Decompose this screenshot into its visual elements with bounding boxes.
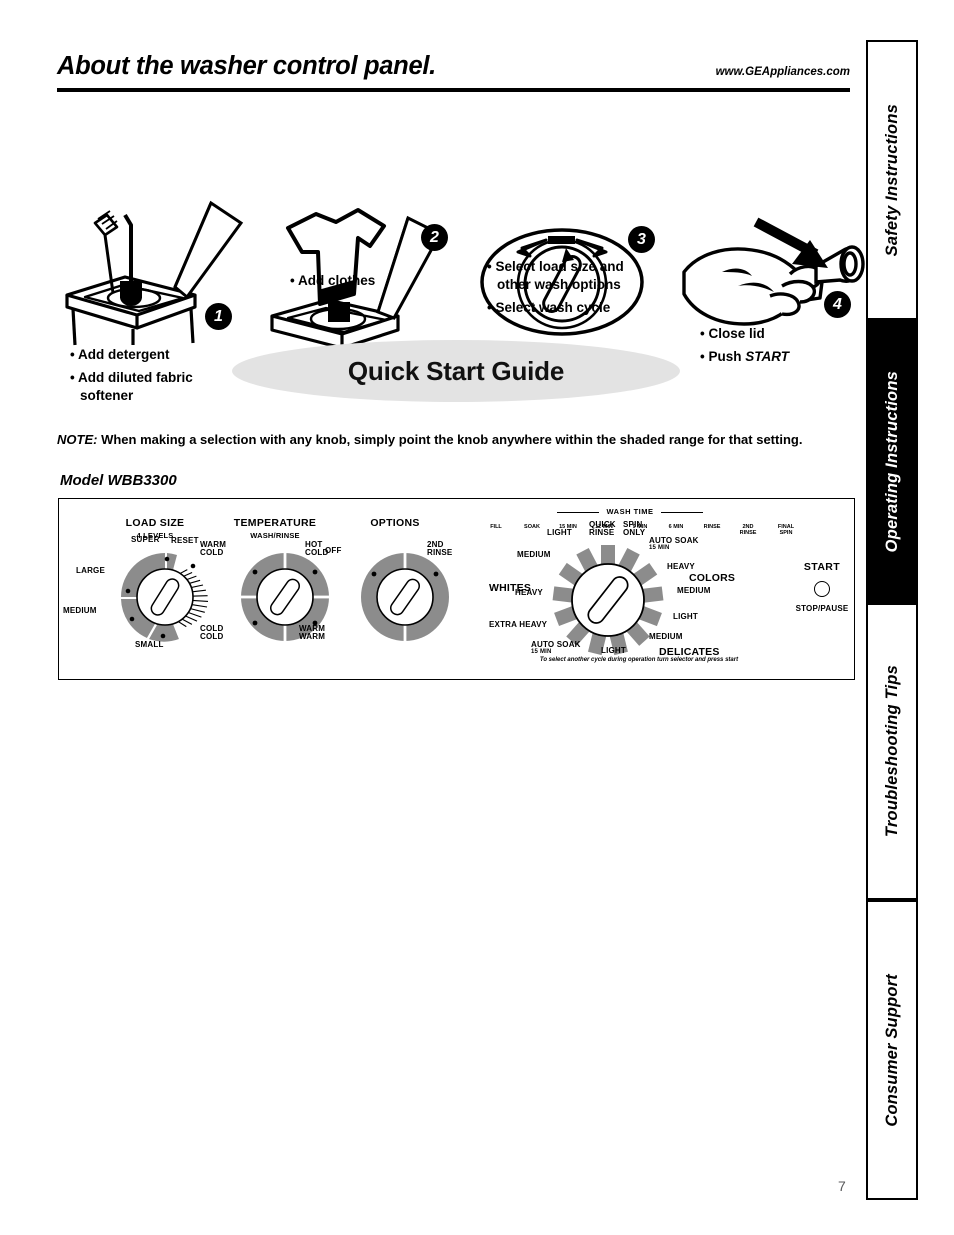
load-size-setting-medium: MEDIUM [63,606,97,615]
note-line: NOTE: When making a selection with any k… [57,432,857,447]
cycle-setting-quick-rinse: QUICK RINSE [589,520,616,538]
cycle-selector-footnote: To select another cycle during operation… [539,657,739,663]
step-3-bullets: • Select load size and other wash option… [487,258,647,323]
side-tab-safety-instructions[interactable]: Safety Instructions [866,40,918,320]
cycle-setting-whites-light: LIGHT [547,528,572,537]
cycle-setting-whites-extra-heavy: EXTRA HEAVY [489,620,548,629]
load-size-setting-small: SMALL [135,640,164,649]
side-tab-rail: Safety Instructions Operating Instructio… [866,40,918,1200]
wash-time-rule-left [557,512,599,513]
step-number-3: 3 [628,226,655,253]
side-tab-label: Safety Instructions [882,103,901,257]
wash-time-tick: FINAL SPIN [777,524,795,537]
cycle-setting-whites-medium: MEDIUM [517,550,551,559]
options-dial-art[interactable] [355,547,455,647]
cycle-setting-whites-light-low: LIGHT [601,646,626,655]
temperature-setting-cold-cold: COLD COLD [200,624,224,642]
start-button-group: START STOP/PAUSE [777,561,867,613]
note-label: NOTE: [57,432,98,447]
wash-time-tick: SOAK [524,524,540,530]
step-2-bullets: • Add clothes [290,272,450,295]
cycle-setting-delicates-medium: MEDIUM [649,632,683,641]
side-tab-label: Operating Instructions [882,370,901,553]
hand-push-icon [682,217,865,326]
start-button[interactable] [814,581,830,597]
step-4-bullets: • Close lid • Push START [700,325,860,371]
cycle-setting-colors-light: LIGHT [673,612,698,621]
wash-time-tick: 2ND RINSE [739,524,757,537]
website-url: www.GEAppliances.com [715,66,850,78]
bullet-item: • Close lid [700,326,765,341]
temperature-setting-warm-warm: WARM WARM [299,624,326,642]
start-label: START [803,561,841,573]
bullet-item: • Add diluted fabric softener [70,370,193,404]
side-tab-consumer-support[interactable]: Consumer Support [866,900,918,1200]
quick-start-guide-section: 1 2 3 4 • Add detergent • Add diluted fa… [0,100,866,420]
wash-time-tick: RINSE [703,524,721,530]
wash-time-tick: FILL [490,524,502,530]
wash-time-tick: 6 MIN [668,524,684,530]
bullet-item: • Add detergent [70,347,170,362]
temperature-subtitle: WASH/RINSE [250,531,300,540]
bullet-item: • Select wash cycle [487,300,611,316]
note-text: When making a selection with any knob, s… [101,432,803,447]
load-size-setting-super: SUPER [131,535,160,544]
step-number-1: 1 [205,303,232,330]
side-tab-troubleshooting-tips[interactable]: Troubleshooting Tips [866,603,918,900]
page-number: 7 [838,1178,846,1194]
bullet-item: • Push START [700,349,789,365]
page-title: About the washer control panel. [57,52,436,80]
bullet-item: • Select load size and other wash option… [487,259,624,293]
step-1-bullets: • Add detergent • Add diluted fabric sof… [70,346,230,411]
bullet-item: • Add clothes [290,273,376,288]
side-tab-label: Troubleshooting Tips [882,665,901,838]
load-size-setting-large: LARGE [76,566,105,575]
temperature-setting-warm-cold: WARM COLD [200,540,227,558]
washer-control-panel: LOAD SIZE 4 LEVELS SUPER RESET LARGE MED… [58,498,855,680]
header-divider [57,88,850,92]
options-setting-off: OFF [325,546,342,555]
options-dial[interactable] [355,547,455,652]
cycle-setting-whites-heavy: HEAVY [515,588,543,597]
options-title: OPTIONS [370,517,420,529]
cycle-setting-colors-medium: MEDIUM [677,586,711,595]
side-tab-operating-instructions[interactable]: Operating Instructions [866,320,918,603]
cycle-setting-spin-only: SPIN ONLY [623,520,646,538]
side-tab-label: Consumer Support [882,973,901,1127]
cycle-setting-whites-auto-soak: AUTO SOAK 15 MIN [531,640,581,656]
step-number-2: 2 [421,224,448,251]
cycle-setting-colors-heavy: HEAVY [667,562,695,571]
model-label: Model WBB3300 [60,472,177,489]
stop-pause-label: STOP/PAUSE [795,604,849,613]
step-number-4: 4 [824,291,851,318]
cycle-group-colors: COLORS [689,572,736,584]
wash-time-rule-right [661,512,703,513]
options-setting-2nd-rinse: 2ND RINSE [427,540,453,558]
quick-start-banner-label: Quick Start Guide [347,355,565,386]
cycle-setting-colors-auto-soak: AUTO SOAK 15 MIN [649,536,699,552]
wash-time-header: WASH TIME [606,507,654,516]
